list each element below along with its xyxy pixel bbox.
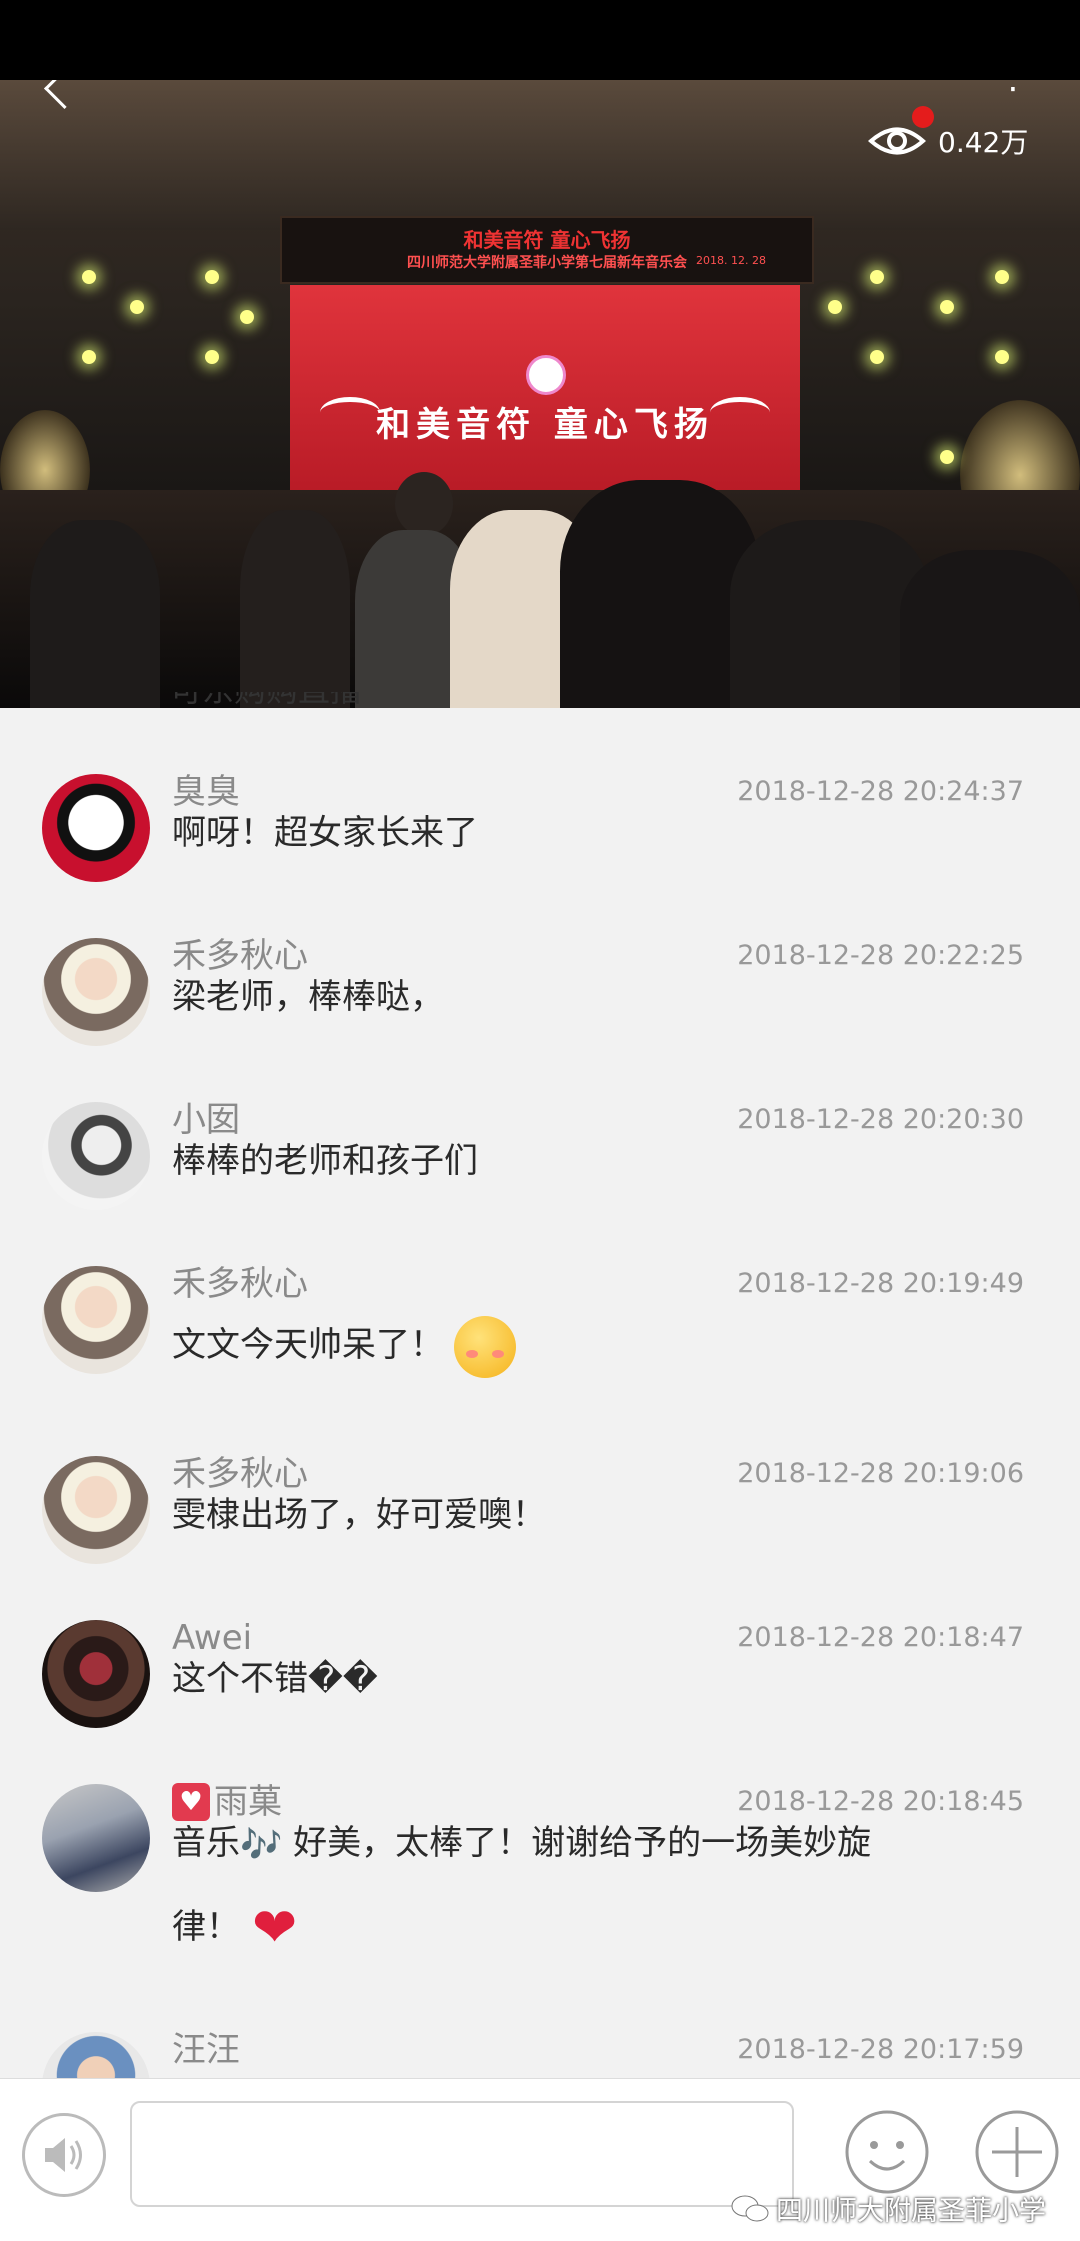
live-video-player[interactable]: 和美音符 童心飞扬 四川师范大学附属圣菲小学第七届新年音乐会 2018. 12.… [0,80,1080,708]
stage-light [940,300,954,314]
stage-light [940,450,954,464]
comment-text: 梁老师，棒棒哒， [172,977,444,1017]
stage-light [870,270,884,284]
audience-head [395,472,453,536]
live-indicator-dot [912,106,934,128]
stage-light [995,270,1009,284]
stage-light [205,270,219,284]
stage-backdrop: 和美音符 童心飞扬 [290,285,800,495]
audience-person [30,520,160,708]
stage-light [130,300,144,314]
avatar[interactable] [42,938,150,1046]
comment-username[interactable]: 汪汪 [172,2030,240,2070]
comment-list[interactable]: 臭臭 2018-12-28 20:24:37 啊呀！超女家长来了 禾多秋心 20… [0,708,1080,2078]
viewer-count: 0.42万 [938,126,1029,159]
stage-light [205,350,219,364]
watermark-text: 四川师大附属圣菲小学 [776,2196,1046,2227]
comment-text: 棒棒的老师和孩子们 [172,1141,478,1181]
avatar[interactable] [42,1102,150,1210]
wechat-icon [731,2195,769,2221]
speaker-icon [45,2138,82,2172]
stage-light [870,350,884,364]
comment-time: 2018-12-28 20:19:49 [737,1268,1024,1299]
audience-person [900,550,1080,708]
comment-text: 雯棣出场了，好可爱噢！ [172,1495,546,1535]
audience-person [240,510,350,708]
stage-light [828,300,842,314]
banner-date: 2018. 12. 28 [696,254,766,267]
comment-username[interactable]: 禾多秋心 [172,1264,308,1304]
comment-text: 这个不错�� [172,1659,378,1699]
emoji-button[interactable] [842,2107,932,2197]
comment-input-bar: 四川师大附属圣菲小学 [0,2078,1080,2241]
more-vertical-icon[interactable]: ⋮ [996,80,1030,94]
stage-light [82,350,96,364]
stage-light [995,350,1009,364]
school-logo [526,355,566,395]
avatar[interactable] [42,2032,150,2078]
plus-icon [975,2110,1059,2194]
stage-light [240,310,254,324]
avatar[interactable] [42,774,150,882]
avatar[interactable] [42,1784,150,1892]
comment-input[interactable] [130,2101,794,2207]
plus-button[interactable] [972,2107,1062,2197]
comment-time: 2018-12-28 20:17:59 [737,2034,1024,2065]
heart-icon: ❤ [252,1896,298,1959]
avatar[interactable] [42,1266,150,1374]
partial-comment: 可东购购直播 [170,692,670,708]
avatar[interactable] [42,1456,150,1564]
viewer-count-badge: 0.42万 [868,116,1028,166]
voice-button[interactable] [22,2113,106,2197]
status-bar [0,0,1080,80]
stage-light [82,270,96,284]
comment-text: 文文今天帅呆了！ [172,1304,972,1386]
blush-emoji-icon [454,1315,516,1378]
banner-title: 和美音符 童心飞扬 [463,228,631,252]
eye-icon [868,124,926,158]
music-note-icon: 🎶 [240,1824,283,1865]
stage-banner: 和美音符 童心飞扬 四川师范大学附属圣菲小学第七届新年音乐会 2018. 12.… [280,216,814,284]
comment-text: 音乐🎶 好美，太棒了！谢谢给予的一场美妙旋 律！ ❤ [172,1802,972,1969]
wechat-watermark: 四川师大附属圣菲小学 [730,2189,1046,2228]
smiley-icon [845,2110,929,2194]
comment-text: 啊呀！超女家长来了 [172,813,478,853]
backdrop-text: 和美音符 童心飞扬 [376,405,714,445]
avatar[interactable] [42,1620,150,1728]
